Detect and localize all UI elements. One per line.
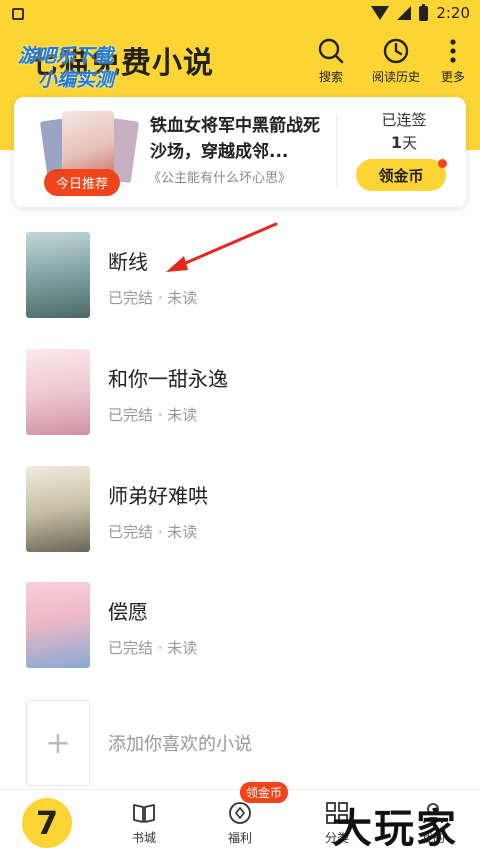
signal-icon: [397, 6, 412, 20]
book-status: 已完结 · 未读: [108, 523, 198, 541]
book-title: 师弟好难哄: [108, 484, 208, 508]
more-button[interactable]: 更多: [438, 36, 468, 85]
status-icons: 2:20: [371, 3, 470, 22]
book-status: 已完结 · 未读: [108, 289, 198, 307]
wifi-icon: [371, 6, 390, 20]
book-title: 偿愿: [108, 600, 148, 624]
tab-welfare-label: 福利: [227, 831, 252, 845]
book-status: 已完结 · 未读: [108, 406, 198, 424]
notification-dot: [438, 159, 447, 168]
search-icon: [318, 38, 344, 64]
divider: [336, 115, 337, 187]
history-label: 阅读历史: [371, 70, 420, 84]
book-cover: [26, 466, 90, 552]
search-label: 搜索: [318, 70, 343, 84]
claim-coin-button[interactable]: 领金币: [356, 159, 446, 191]
add-book-label[interactable]: 添加你喜欢的小说: [108, 730, 252, 756]
top-actions: 搜索 阅读历史 更多: [308, 36, 468, 85]
book-item[interactable]: 偿愿 已完结 · 未读: [0, 580, 480, 670]
watermark: 游吧乐下载 小编实测: [18, 44, 114, 92]
recommend-book-name: 《公主能有什么坏心思》: [148, 171, 292, 186]
checkin-info: 已连签 1天: [350, 109, 458, 153]
more-label: 更多: [440, 70, 465, 84]
welfare-badge: 领金币: [240, 782, 289, 803]
plus-icon: +: [45, 725, 71, 761]
tab-bookstore[interactable]: 书城: [109, 800, 179, 846]
add-book-button[interactable]: +: [26, 700, 90, 786]
status-bar: 2:20: [0, 0, 480, 28]
book-cover: [26, 232, 90, 318]
recommend-title: 铁血女将军中黑箭战死沙场，穿越成邻...: [150, 116, 320, 162]
coin-icon: [229, 802, 251, 824]
tab-welfare[interactable]: 福利: [205, 800, 275, 846]
checkin-label: 已连签: [381, 111, 427, 129]
watermark-line2: 小编实测: [38, 69, 115, 91]
clock-icon: [383, 38, 409, 64]
book-title: 和你一甜永逸: [108, 367, 228, 391]
annotation-arrow-icon: [166, 222, 278, 272]
more-vertical-icon: [450, 39, 456, 63]
bookshelf-tab-logo[interactable]: 7: [22, 798, 72, 848]
today-recommend-badge: 今日推荐: [44, 169, 121, 196]
book-item[interactable]: 和你一甜永逸 已完结 · 未读: [0, 347, 480, 437]
search-button[interactable]: 搜索: [308, 36, 354, 85]
book-cover: [26, 349, 90, 435]
book-icon: [133, 804, 155, 823]
checkin-days: 1天: [350, 132, 458, 153]
tab-bookstore-label: 书城: [131, 831, 156, 845]
book-title: 断线: [108, 250, 148, 274]
checkin-days-unit: 天: [402, 134, 418, 152]
history-button[interactable]: 阅读历史: [368, 36, 424, 85]
checkin-days-count: 1: [390, 133, 403, 152]
notification-icon: [12, 8, 24, 20]
book-status: 已完结 · 未读: [108, 639, 198, 657]
battery-icon: [419, 3, 429, 21]
watermark-line1: 游吧乐下载: [18, 45, 114, 67]
book-item[interactable]: 师弟好难哄 已完结 · 未读: [0, 464, 480, 554]
corner-watermark: 大玩家: [332, 806, 458, 852]
book-cover: [26, 582, 90, 668]
status-time: 2:20: [436, 4, 470, 22]
recommend-card[interactable]: 今日推荐 铁血女将军中黑箭战死沙场，穿越成邻... 《公主能有什么坏心思》 已连…: [14, 97, 466, 207]
